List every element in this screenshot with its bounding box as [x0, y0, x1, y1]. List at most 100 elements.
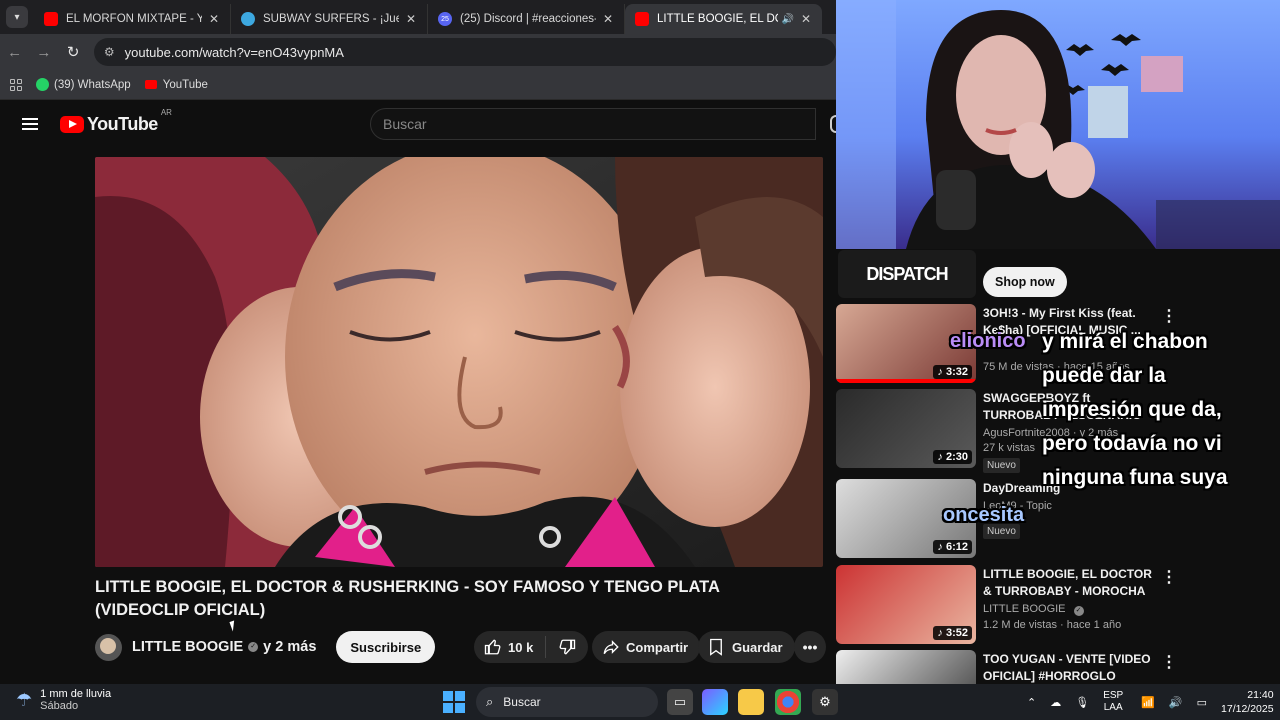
bookmark-youtube[interactable]: YouTube — [144, 79, 208, 91]
apps-grid-icon[interactable] — [10, 78, 22, 91]
thumbs-down-icon — [559, 639, 576, 655]
taskbar-search[interactable]: ⌕ Buscar — [476, 687, 658, 717]
url-field[interactable]: ⚙ youtube.com/watch?v=enO43vypnMA — [93, 38, 836, 66]
site-info-icon[interactable]: ⚙ — [104, 45, 115, 59]
search-box[interactable] — [370, 108, 816, 140]
share-icon — [603, 640, 619, 655]
rec-title: DayDreaming — [983, 481, 1061, 495]
video-thumbnail[interactable]: ♪ 6:12 — [836, 479, 976, 558]
settings-gear-icon[interactable]: ⚙ — [812, 689, 838, 715]
task-view-icon[interactable]: ▭ — [667, 689, 693, 715]
thumbs-up-icon — [484, 639, 501, 655]
bookmark-whatsapp[interactable]: (39) WhatsApp — [36, 78, 131, 91]
ad-thumbnail[interactable]: DISPATCH — [838, 250, 976, 298]
taskbar-search-placeholder: Buscar — [503, 695, 541, 709]
video-player[interactable] — [95, 157, 823, 567]
browser-tab-2[interactable]: SUBWAY SURFERS - ¡Juega Gratis ✕ — [231, 4, 428, 34]
search-input[interactable] — [383, 116, 815, 132]
youtube-icon — [635, 12, 649, 26]
like-dislike-group: 10 k — [474, 631, 589, 663]
shop-now-button[interactable]: Shop now — [983, 267, 1067, 297]
channel-more[interactable]: y 2 más — [263, 639, 316, 655]
more-options-icon[interactable]: ⋮ — [1161, 652, 1177, 672]
copilot-icon[interactable] — [702, 689, 728, 715]
battery-icon[interactable]: ▭ — [1197, 696, 1207, 709]
country-code: AR — [160, 107, 172, 117]
channel-avatar[interactable] — [95, 633, 122, 661]
browser-tab-3[interactable]: 25 (25) Discord | #reacciones-musi ✕ — [428, 4, 625, 34]
close-tab-icon[interactable]: ✕ — [206, 12, 222, 26]
close-tab-icon[interactable]: ✕ — [600, 12, 616, 26]
video-thumbnail[interactable]: ♪ 3:32 — [836, 304, 976, 383]
rec-title: 3OH!3 - My First Kiss (feat. Ke$ha) [OFF… — [983, 306, 1141, 337]
microphone-icon[interactable]: 🎙 — [1075, 696, 1089, 709]
rec-title: LITTLE BOOGIE, EL DOCTOR & TURROBABY - M… — [983, 567, 1152, 598]
onedrive-icon[interactable]: ☁ — [1050, 696, 1061, 709]
close-tab-icon[interactable]: ✕ — [403, 12, 419, 26]
reload-icon[interactable]: ↻ — [59, 43, 88, 61]
save-button[interactable]: Guardar — [698, 631, 795, 663]
share-label: Compartir — [626, 639, 689, 655]
youtube-icon — [44, 12, 58, 26]
channel-name[interactable]: LITTLE BOOGIE — [132, 639, 243, 655]
youtube-logo[interactable]: YouTube AR — [60, 108, 172, 135]
dislike-button[interactable] — [546, 636, 588, 658]
more-actions-button[interactable]: ••• — [794, 631, 826, 663]
more-options-icon[interactable]: ⋮ — [1161, 306, 1177, 326]
youtube-header: YouTube AR — [0, 101, 836, 147]
clock[interactable]: 21:40 17/12/2025 — [1221, 688, 1274, 716]
rec-title: TOO YUGAN - VENTE [VIDEO OFICIAL] #HORRO… — [983, 652, 1151, 683]
logo-text: YouTube — [87, 113, 158, 134]
verified-icon: ✓ — [1073, 606, 1084, 616]
video-thumbnail[interactable] — [836, 650, 976, 684]
recommendations-sidebar: DISPATCH Shop now ♪ 3:32 3OH!3 - My Firs… — [836, 249, 1280, 684]
chevron-up-icon[interactable]: ⌃ — [1027, 696, 1036, 709]
rec-views: 1.2 M de vistas · hace 1 año — [983, 619, 1122, 631]
recommendation-item[interactable]: ♪ 3:32 3OH!3 - My First Kiss (feat. Ke$h… — [836, 304, 1280, 384]
subscribe-button[interactable]: Suscribirse — [336, 631, 436, 663]
windows-taskbar: ☂ 1 mm de lluvia Sábado ⌕ Buscar ▭ ⚙ ⌃ ☁… — [0, 684, 1280, 720]
video-thumbnail[interactable]: ♪ 3:52 — [836, 565, 976, 644]
like-count: 10 k — [508, 639, 534, 655]
rec-views: 75 M de vistas · hace 15 años — [983, 361, 1130, 373]
weather-text: 1 mm de lluvia — [40, 688, 112, 700]
menu-icon[interactable] — [22, 118, 38, 130]
recommendation-item[interactable]: ♪ 2:30 SWAGGERBOYZ ft TURROBABY - ESCENA… — [836, 389, 1280, 473]
chrome-icon[interactable] — [775, 689, 801, 715]
tab-search-button[interactable]: ▾ — [6, 6, 28, 28]
more-options-icon[interactable]: ⋮ — [1161, 567, 1177, 587]
youtube-icon — [144, 80, 157, 89]
browser-tab-bar: ▾ EL MORFON MIXTAPE - YouTube ✕ SUBWAY S… — [0, 0, 836, 34]
duration-badge: ♪ 2:30 — [933, 450, 972, 464]
file-explorer-icon[interactable] — [738, 689, 764, 715]
volume-icon[interactable]: 🔊 — [1169, 696, 1183, 709]
browser-tab-4-active[interactable]: LITTLE BOOGIE, EL DOCTOR 🔊 ✕ — [625, 4, 822, 34]
windows-start-icon[interactable] — [443, 691, 465, 713]
bookmark-label: (39) WhatsApp — [54, 78, 131, 91]
wifi-icon[interactable]: 📶 — [1141, 696, 1155, 709]
browser-tab-1[interactable]: EL MORFON MIXTAPE - YouTube ✕ — [34, 4, 231, 34]
duration-badge: ♪ 3:32 — [933, 365, 972, 379]
video-frame — [95, 157, 823, 567]
close-tab-icon[interactable]: ✕ — [798, 12, 814, 26]
recommendation-item[interactable]: ♪ 6:12 DayDreaming LeoM9 - Topic Nuevo — [836, 479, 1280, 559]
recommendation-item[interactable]: ♪ 3:52 LITTLE BOOGIE, EL DOCTOR & TURROB… — [836, 565, 1280, 645]
weather-widget[interactable]: ☂ 1 mm de lluvia Sábado — [16, 688, 111, 712]
back-arrow-icon[interactable]: ← — [0, 44, 29, 61]
address-bar-row: ← → ↻ ⚙ youtube.com/watch?v=enO43vypnMA — [0, 34, 836, 70]
speaker-icon[interactable]: 🔊 — [782, 14, 794, 25]
discord-icon: 25 — [438, 12, 452, 26]
like-button[interactable]: 10 k — [474, 636, 547, 658]
language-indicator[interactable]: ESP LAA — [1103, 690, 1123, 714]
new-badge: Nuevo — [983, 458, 1020, 473]
system-tray: ⌃ ☁ 🎙 ESP LAA 📶 🔊 ▭ 21:40 17/12/2025 — [1027, 684, 1274, 720]
recommendation-item[interactable]: TOO YUGAN - VENTE [VIDEO OFICIAL] #HORRO… — [836, 650, 1280, 684]
tab-title: LITTLE BOOGIE, EL DOCTOR — [657, 13, 778, 25]
whatsapp-icon — [36, 78, 49, 91]
tab-title: (25) Discord | #reacciones-musi — [460, 13, 596, 25]
forward-arrow-icon[interactable]: → — [29, 44, 58, 61]
duration-badge: ♪ 3:52 — [933, 626, 972, 640]
verified-icon: ✓ — [248, 642, 259, 652]
video-thumbnail[interactable]: ♪ 2:30 — [836, 389, 976, 468]
share-button[interactable]: Compartir — [592, 631, 701, 663]
